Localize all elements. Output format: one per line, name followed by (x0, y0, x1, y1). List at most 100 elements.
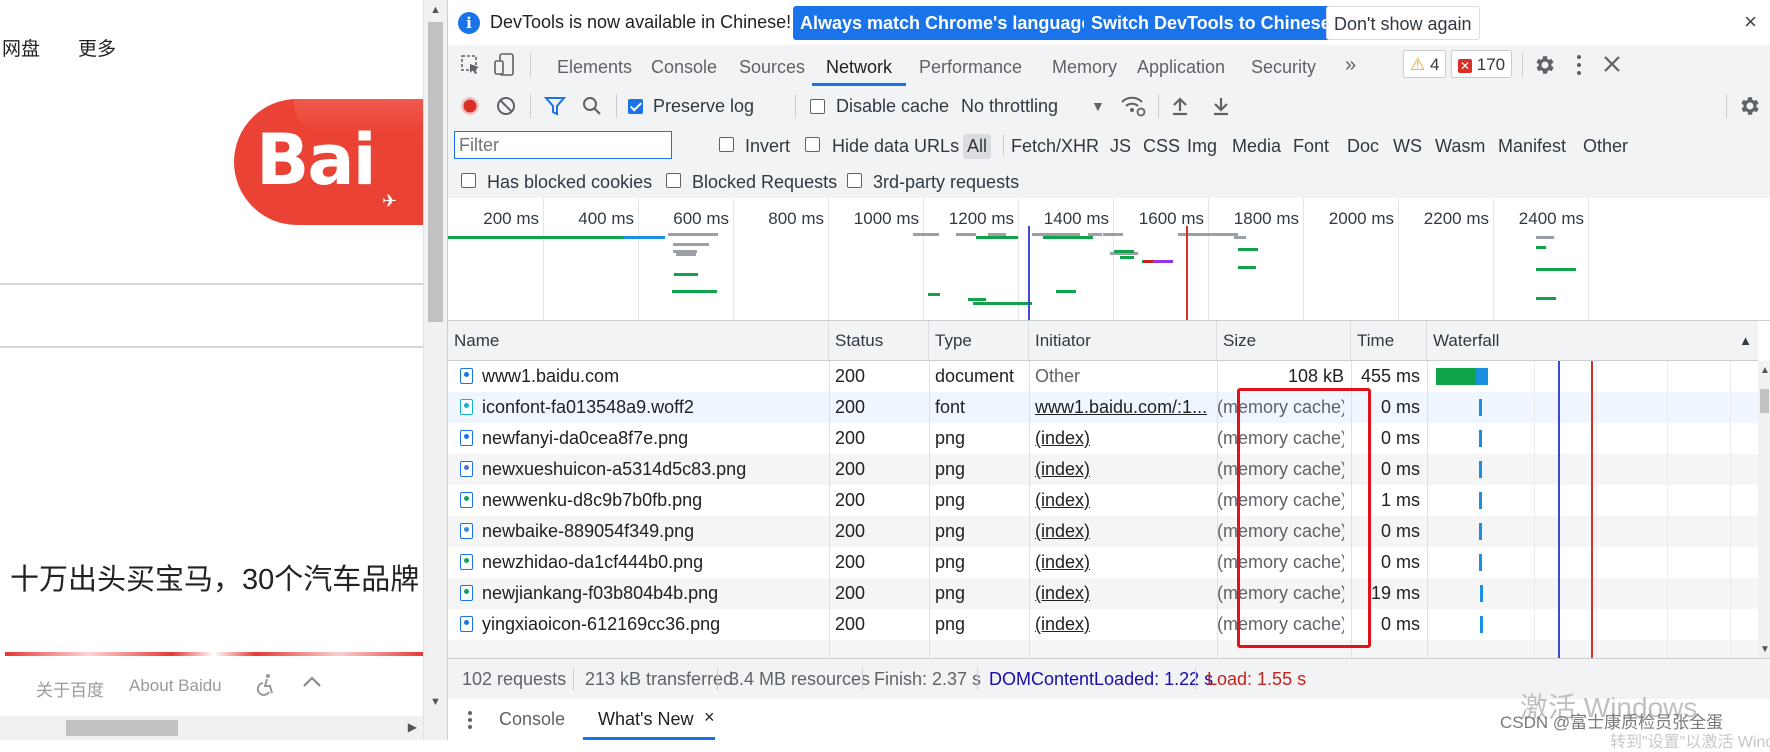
cell-initiator[interactable]: www1.baidu.com/:1... (1035, 392, 1210, 423)
disable-cache-checkbox[interactable] (810, 99, 825, 114)
filter-type-fetch-xhr[interactable]: Fetch/XHR (1011, 136, 1099, 157)
filter-type-media[interactable]: Media (1232, 136, 1281, 157)
col-header-size[interactable]: Size (1217, 321, 1351, 361)
close-icon[interactable]: × (1744, 9, 1757, 35)
network-conditions-icon[interactable] (1120, 94, 1146, 123)
col-header-initiator[interactable]: Initiator (1029, 321, 1217, 361)
filter-type-doc[interactable]: Doc (1347, 136, 1379, 157)
horizontal-scrollbar[interactable]: ▶ (0, 716, 423, 740)
scrollbar-thumb[interactable] (1760, 389, 1769, 413)
drawer-tab-whats-new[interactable]: What's New (598, 709, 693, 730)
cell-initiator[interactable]: (index) (1035, 578, 1210, 609)
tab-memory[interactable]: Memory (1052, 57, 1117, 78)
filter-type-img[interactable]: Img (1187, 136, 1217, 157)
chevron-up-icon[interactable] (300, 670, 324, 694)
filter-type-wasm[interactable]: Wasm (1435, 136, 1485, 157)
settings-gear-icon[interactable] (1533, 53, 1557, 82)
match-language-button[interactable]: Always match Chrome's language (793, 6, 1099, 40)
device-toolbar-icon[interactable] (494, 53, 516, 82)
sort-ascending-icon[interactable]: ▲ (1739, 321, 1752, 361)
tab-console[interactable]: Console (651, 57, 717, 78)
about-baidu-cn-link[interactable]: 关于百度 (36, 676, 104, 701)
close-devtools-icon[interactable] (1602, 54, 1622, 79)
scrollbar-thumb[interactable] (66, 720, 178, 736)
col-header-status[interactable]: Status (829, 321, 929, 361)
cell-initiator[interactable]: (index) (1035, 454, 1210, 485)
clear-icon[interactable] (496, 96, 516, 121)
table-row[interactable]: newwenku-d8c9b7b0fb.png 200 png (index) (mem… (448, 485, 1758, 516)
drawer-tab-console[interactable]: Console (499, 709, 565, 730)
scroll-up-arrow-icon[interactable]: ▲ (430, 4, 441, 16)
col-header-waterfall[interactable]: Waterfall ▲ (1427, 321, 1758, 361)
export-har-icon[interactable] (1211, 95, 1231, 122)
third-party-checkbox[interactable] (847, 173, 862, 188)
inspect-element-icon[interactable] (460, 54, 482, 81)
filter-type-css[interactable]: CSS (1143, 136, 1180, 157)
cell-initiator[interactable]: (index) (1035, 516, 1210, 547)
table-row[interactable]: yingxiaoicon-612169cc36.png 200 png (index)… (448, 609, 1758, 640)
nav-link-more[interactable]: 更多 (78, 34, 116, 61)
filter-type-manifest[interactable]: Manifest (1498, 136, 1566, 157)
filter-type-font[interactable]: Font (1293, 136, 1329, 157)
table-row[interactable]: newfanyi-da0cea8f7e.png 200 png (index) (mem… (448, 423, 1758, 454)
about-baidu-en-link[interactable]: About Baidu (129, 676, 222, 696)
cell-initiator[interactable]: (index) (1035, 547, 1210, 578)
network-settings-gear-icon[interactable] (1738, 94, 1762, 123)
search-icon[interactable] (582, 96, 602, 121)
tab-application[interactable]: Application (1137, 57, 1225, 78)
scrollbar-thumb[interactable] (428, 22, 443, 322)
disable-cache-label[interactable]: Disable cache (836, 96, 949, 117)
tab-sources[interactable]: Sources (739, 57, 805, 78)
col-header-time[interactable]: Time (1351, 321, 1427, 361)
import-har-icon[interactable] (1170, 95, 1190, 122)
table-row[interactable]: newjiankang-f03b804b4b.png 200 png (index)(… (448, 578, 1758, 609)
throttling-select[interactable]: No throttling (961, 96, 1058, 117)
hide-data-urls-label[interactable]: Hide data URLs (832, 136, 959, 157)
scroll-down-arrow-icon[interactable]: ▼ (430, 696, 441, 708)
record-icon[interactable] (460, 96, 480, 121)
tab-elements[interactable]: Elements (557, 57, 632, 78)
filter-type-all[interactable]: All (963, 134, 992, 159)
has-blocked-cookies-checkbox[interactable] (461, 173, 476, 188)
baidu-logo[interactable]: Bai ✈ (234, 99, 423, 225)
drawer-tab-close-icon[interactable]: × (704, 707, 715, 728)
tab-performance[interactable]: Performance (919, 57, 1022, 78)
table-vertical-scrollbar[interactable]: ▲ ▼ (1758, 361, 1770, 658)
filter-type-js[interactable]: JS (1110, 136, 1131, 157)
col-header-type[interactable]: Type (929, 321, 1029, 361)
filter-input[interactable] (454, 131, 672, 159)
network-overview-timeline[interactable]: 200 ms 400 ms 600 ms 800 ms 1000 ms 1200 ms 14… (448, 198, 1770, 321)
more-tabs-icon[interactable]: » (1345, 54, 1356, 77)
hide-data-urls-checkbox[interactable] (805, 137, 820, 152)
table-row-partial[interactable] (448, 640, 1758, 658)
cell-initiator[interactable]: (index) (1035, 485, 1210, 516)
tab-network[interactable]: Network (826, 57, 892, 78)
filter-type-other[interactable]: Other (1583, 136, 1628, 157)
preserve-log-label[interactable]: Preserve log (653, 96, 754, 117)
warnings-badge[interactable]: ⚠ 4 (1403, 50, 1447, 78)
accessibility-icon[interactable] (254, 672, 278, 696)
filter-icon[interactable] (543, 96, 567, 121)
dont-show-again-button[interactable]: Don't show again (1326, 6, 1480, 40)
errors-badge[interactable]: ✕ 170 (1451, 50, 1513, 78)
table-row[interactable]: newxueshuicon-a5314d5c83.png 200 png (index… (448, 454, 1758, 485)
tab-security[interactable]: Security (1251, 57, 1316, 78)
drawer-menu-icon[interactable] (466, 710, 474, 735)
blocked-requests-label[interactable]: Blocked Requests (692, 172, 837, 193)
table-row[interactable]: www1.baidu.com 200 document Other 108 kB 455 … (448, 361, 1758, 392)
kebab-menu-icon[interactable] (1575, 54, 1583, 81)
news-headline[interactable]: 十万出头买宝马，30个汽车品牌 (10, 556, 419, 598)
table-row[interactable]: iconfont-fa013548a9.woff2 200 font www1.bai… (448, 392, 1758, 423)
table-row[interactable]: newbaike-889054f349.png 200 png (index) (mem… (448, 516, 1758, 547)
col-header-name[interactable]: Name (448, 321, 829, 361)
invert-checkbox[interactable] (719, 137, 734, 152)
blocked-requests-checkbox[interactable] (666, 173, 681, 188)
dropdown-arrow-icon[interactable]: ▼ (1091, 98, 1105, 114)
nav-link-wangpan[interactable]: 网盘 (2, 34, 40, 61)
filter-type-ws[interactable]: WS (1393, 136, 1422, 157)
has-blocked-cookies-label[interactable]: Has blocked cookies (487, 172, 652, 193)
scroll-up-arrow-icon[interactable]: ▲ (1760, 365, 1770, 376)
switch-chinese-button[interactable]: Switch DevTools to Chinese (1084, 6, 1338, 40)
cell-initiator[interactable]: (index) (1035, 423, 1210, 454)
cell-initiator[interactable]: (index) (1035, 609, 1210, 640)
